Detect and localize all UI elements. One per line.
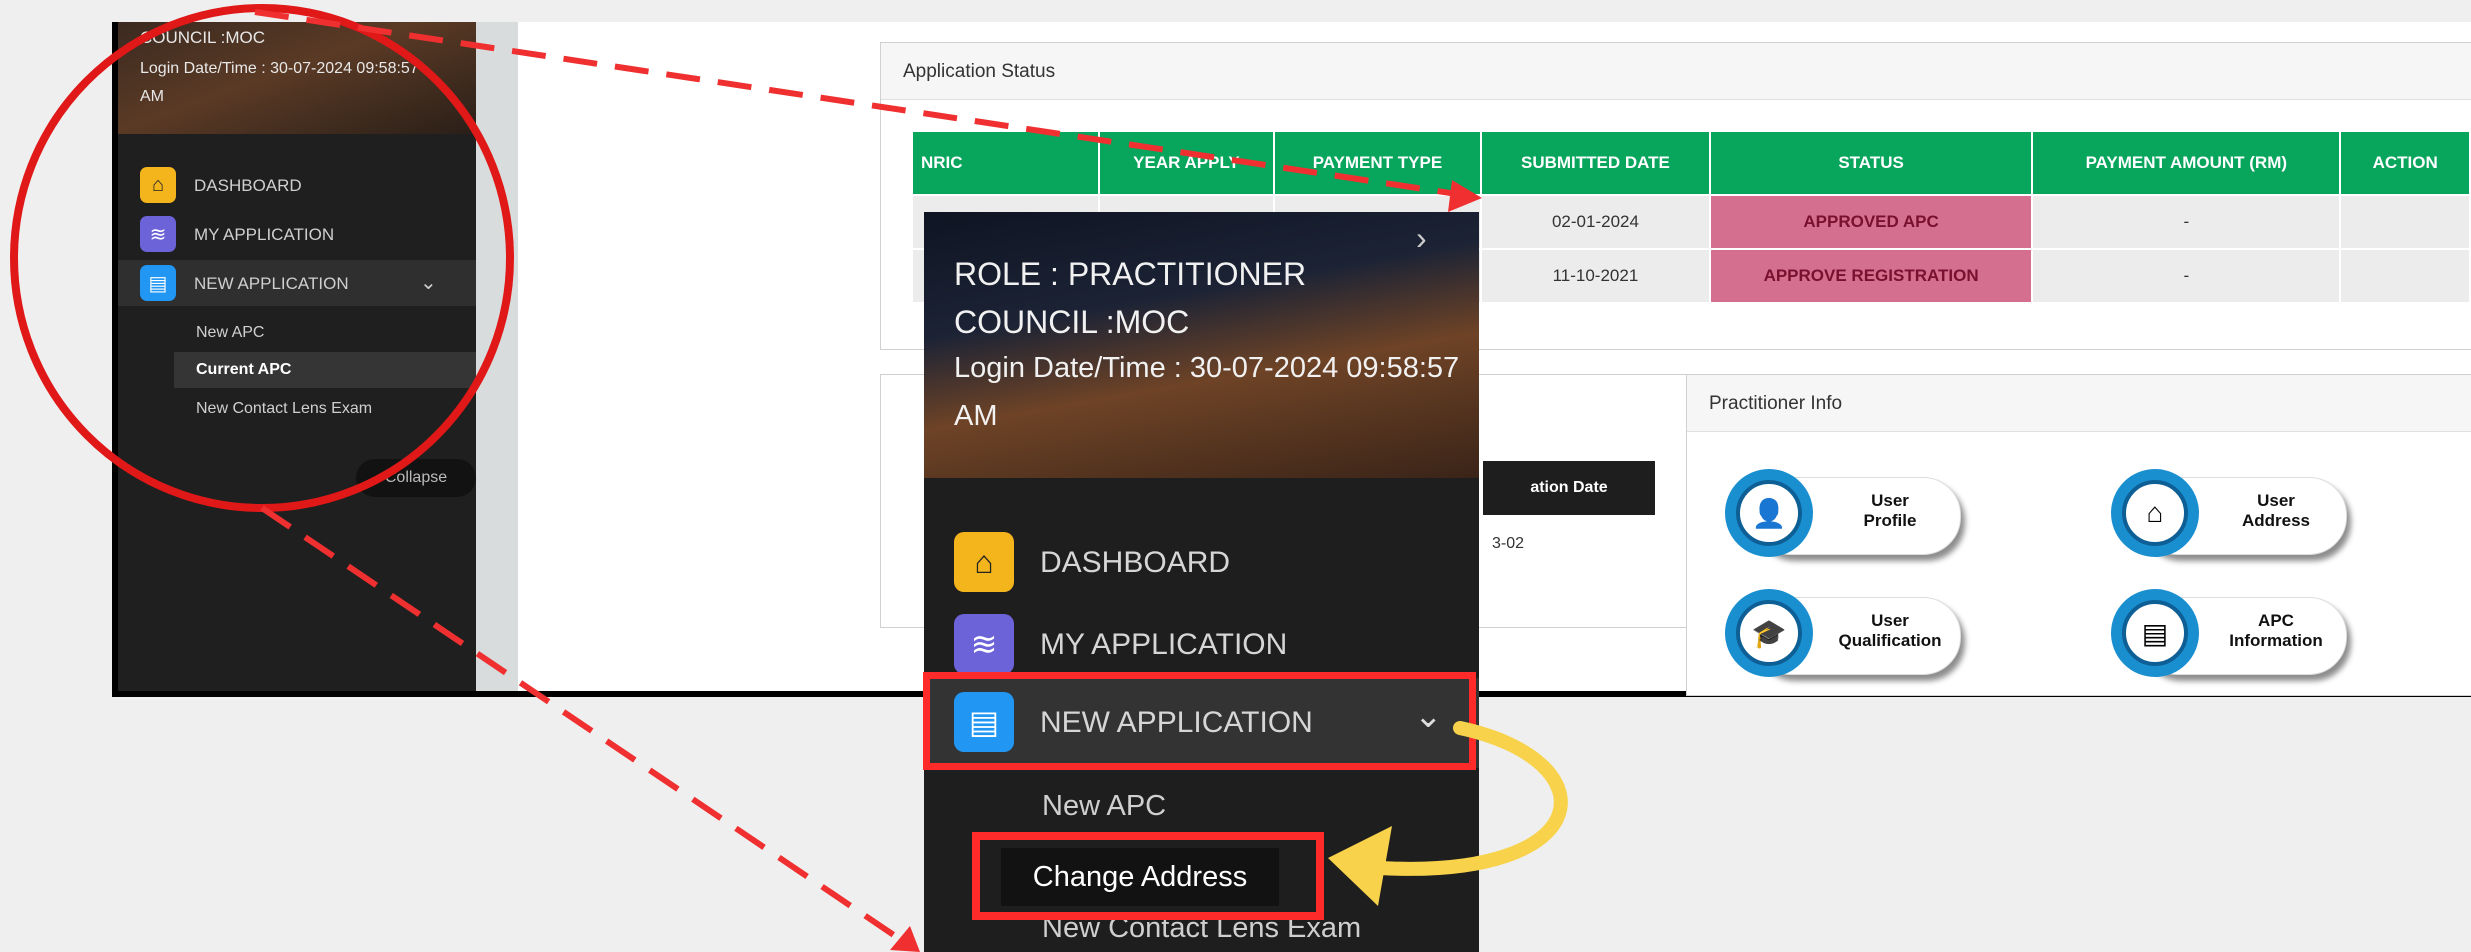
arrow-head xyxy=(1328,826,1392,906)
curved-arrow xyxy=(1373,721,1568,876)
yellow-arrow-overlay xyxy=(1328,721,1568,906)
